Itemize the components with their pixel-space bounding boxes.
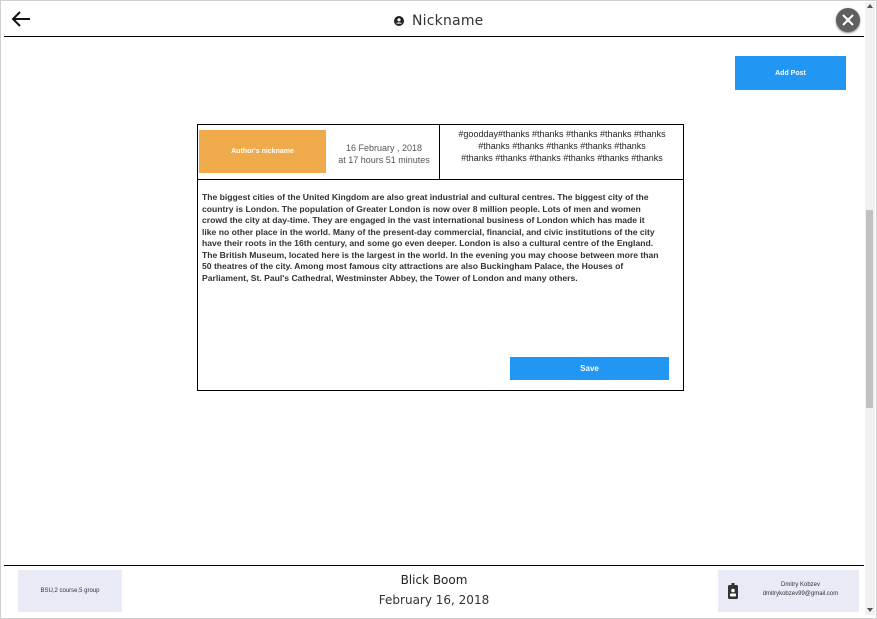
scroll-down-arrow-icon[interactable] (867, 607, 873, 613)
page-title-group: Nickname (394, 10, 483, 32)
post-date: 16 February , 2018 at 17 hours 51 minute… (328, 142, 440, 166)
post-card: Author's nickname 16 February , 2018 at … (197, 124, 684, 391)
author-name: Dmitry Kobzev (780, 582, 820, 588)
page-title: Nickname (412, 13, 484, 29)
tags-line: #thanks #thanks #thanks #thanks #thanks (478, 141, 646, 151)
author-email[interactable]: dmitrykobzev99@gmail.com (742, 590, 859, 599)
brand-name: Blick Boom (400, 573, 468, 587)
scrollbar-thumb[interactable] (866, 210, 873, 408)
arrow-left-icon (11, 11, 30, 27)
footer-date: February 16, 2018 (378, 593, 490, 607)
post-body-text[interactable]: The biggest cities of the United Kingdom… (202, 192, 660, 284)
author-contact: Dmitry Kobzev dmitrykobzev99@gmail.com (718, 570, 859, 612)
add-post-button[interactable]: Add Post (735, 56, 846, 90)
header-bar: Nickname (4, 4, 864, 37)
id-badge-icon (728, 583, 738, 599)
back-button[interactable] (10, 9, 36, 31)
close-button[interactable] (836, 8, 860, 32)
author-nickname-button[interactable]: Author's nickname (199, 130, 326, 173)
footer-brand-block: Blick Boom February 16, 2018 (334, 572, 534, 609)
content-divider (198, 179, 683, 180)
author-contact-text: Dmitry Kobzev dmitrykobzev99@gmail.com (742, 581, 859, 599)
post-date-day: 16 February , 2018 (345, 143, 423, 153)
scroll-up-arrow-icon[interactable] (867, 3, 873, 9)
post-tags: #goodday#thanks #thanks #thanks #thanks … (446, 128, 678, 164)
header-divider (439, 125, 440, 180)
group-info: BSU,2 course,5 group (18, 570, 122, 612)
footer-bar: BSU,2 course,5 group Blick Boom February… (4, 565, 864, 617)
close-icon (842, 14, 854, 26)
post-date-time: at 17 hours 51 minutes (338, 155, 430, 165)
save-button[interactable]: Save (510, 357, 669, 380)
tags-line: #goodday#thanks #thanks #thanks #thanks … (458, 129, 666, 139)
tags-line: #thanks #thanks #thanks #thanks #thanks … (461, 153, 663, 163)
account-circle-icon (394, 16, 404, 26)
